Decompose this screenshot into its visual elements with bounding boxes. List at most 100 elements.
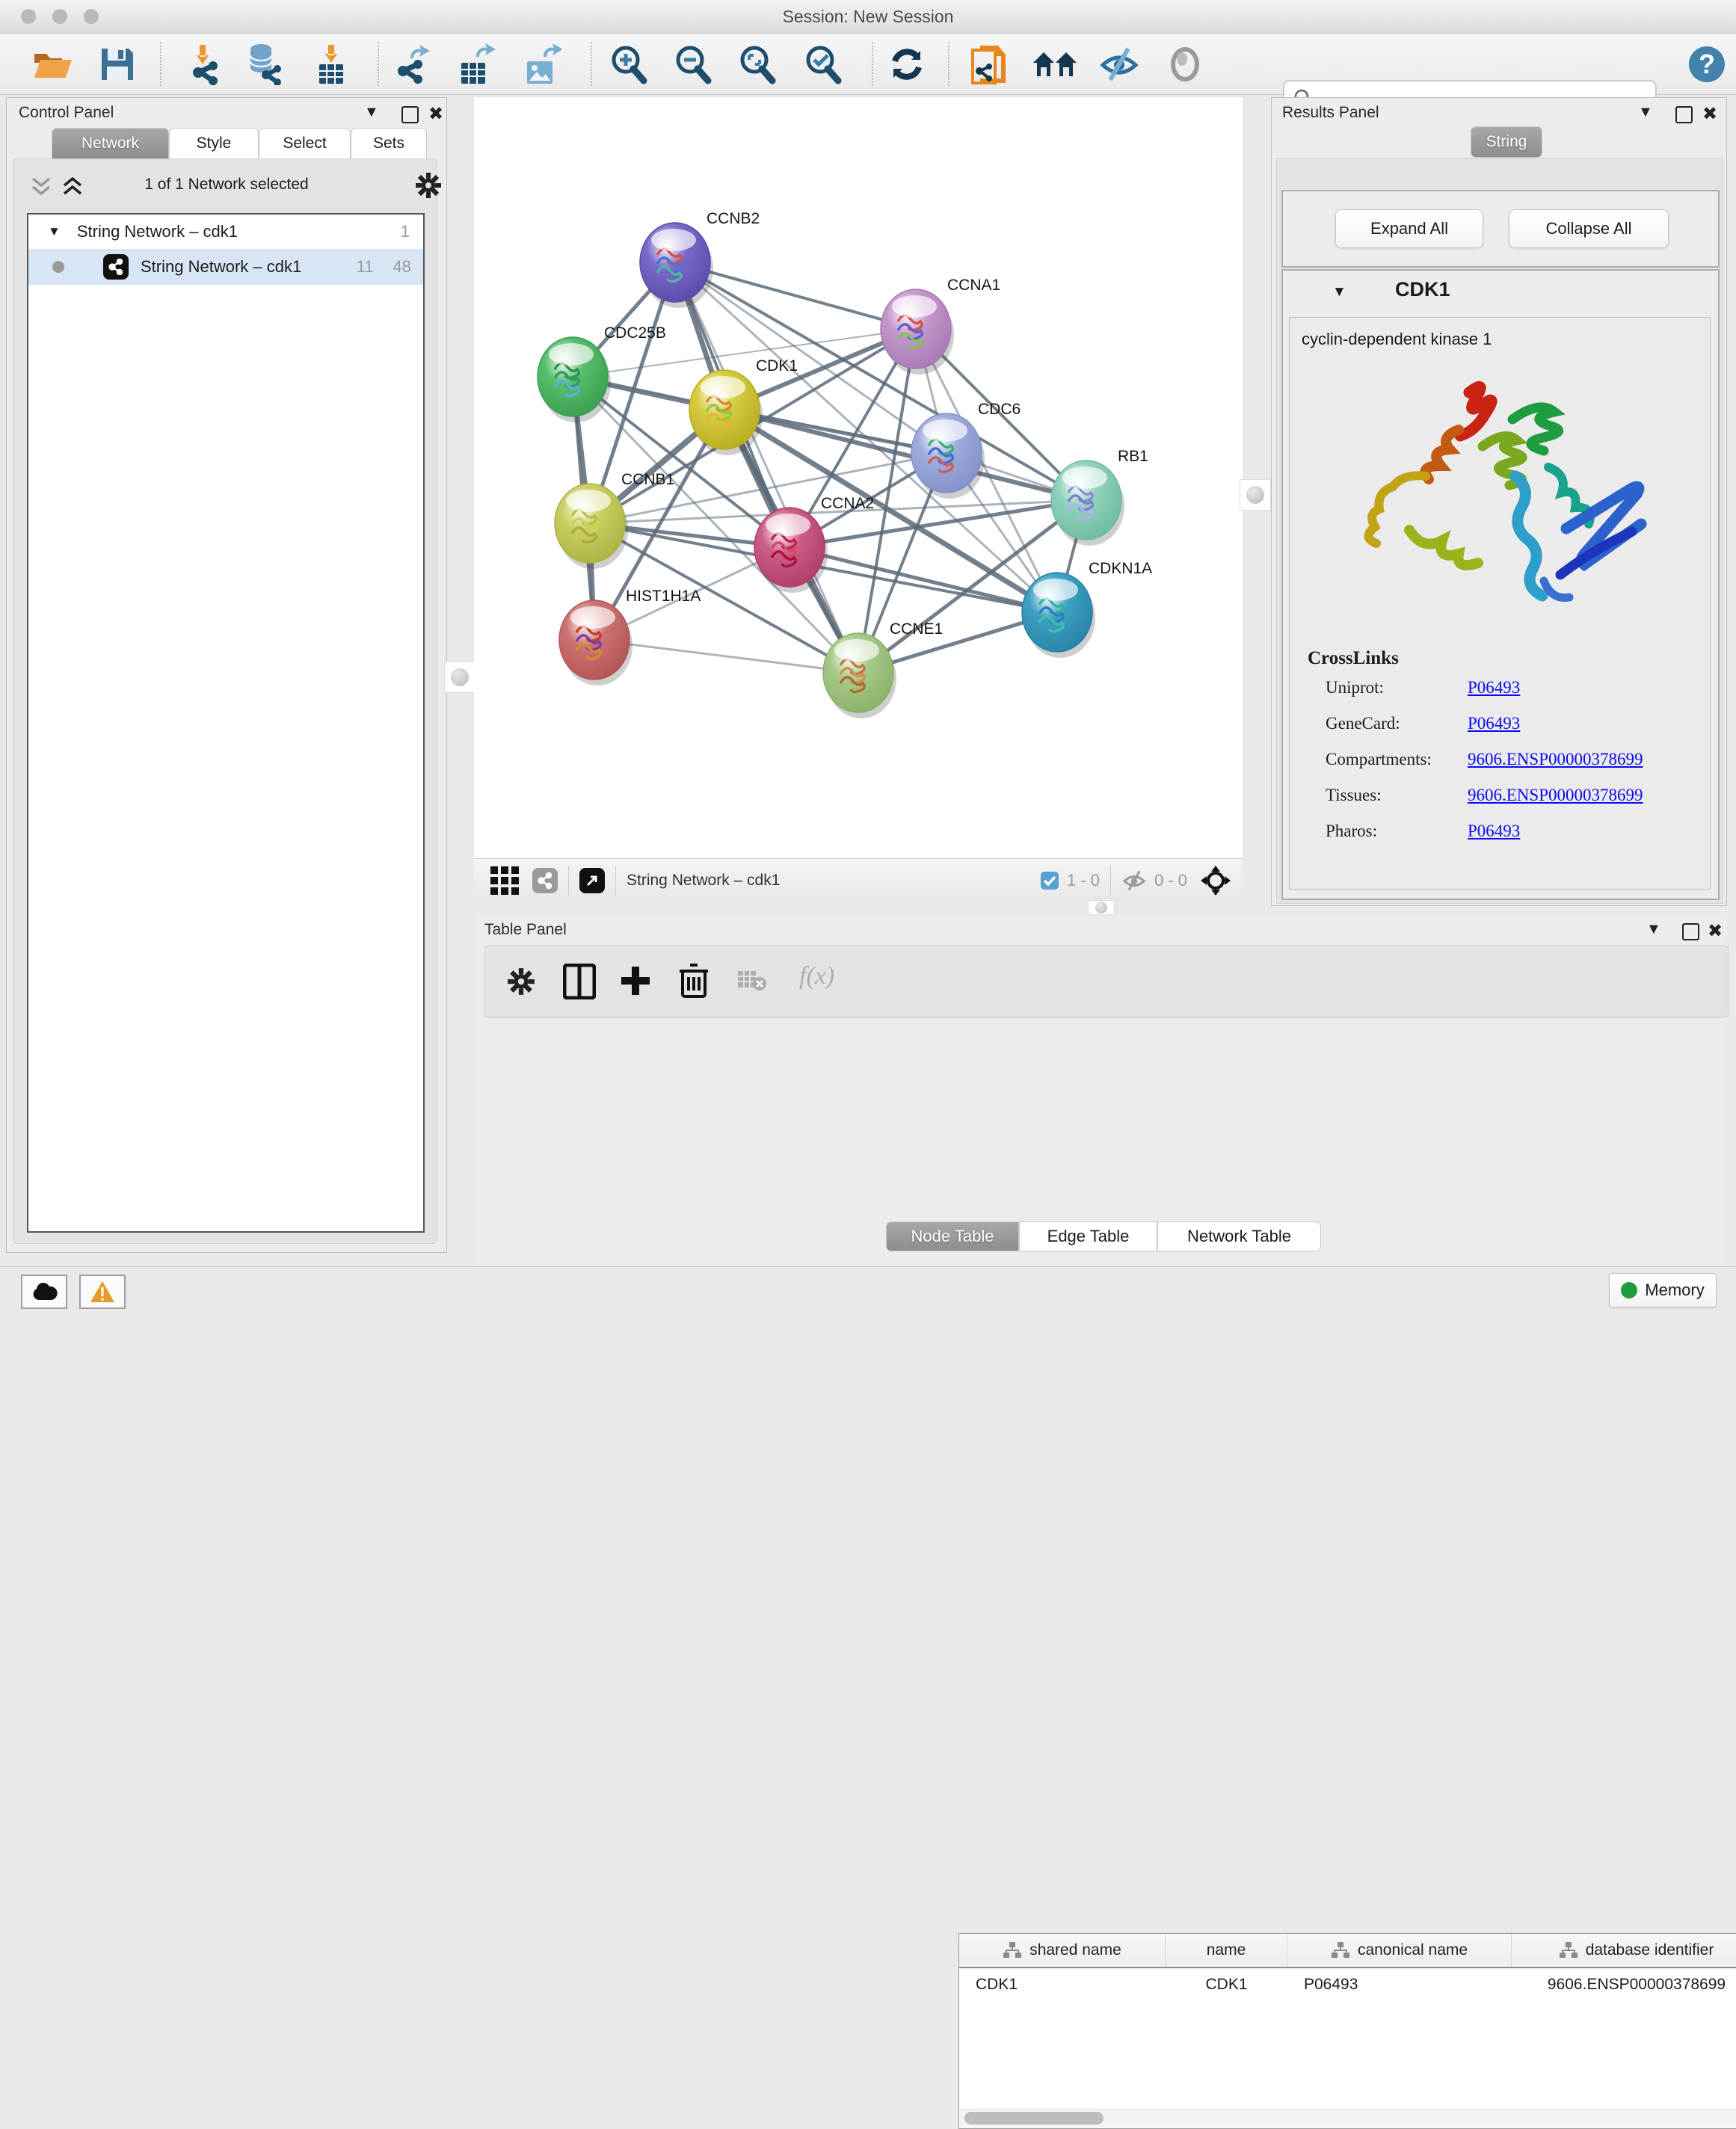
- horizontal-scrollbar[interactable]: [960, 2109, 1736, 2128]
- export-image-button[interactable]: [519, 41, 565, 87]
- column-header-name[interactable]: name: [1166, 1934, 1287, 1967]
- network-row[interactable]: String Network – cdk1 11 48: [28, 249, 423, 285]
- clone-network-button[interactable]: [966, 41, 1012, 87]
- birdseye-icon[interactable]: [1199, 864, 1232, 897]
- table-gear-icon[interactable]: [506, 967, 536, 996]
- network-badge-icon[interactable]: [532, 868, 558, 893]
- import-table-button[interactable]: [308, 41, 354, 87]
- tab-string[interactable]: String: [1471, 126, 1542, 158]
- network-view-title: String Network – cdk1: [627, 872, 780, 890]
- results-panel: Results Panel ▼ ✖ String Expand All Coll…: [1271, 97, 1727, 906]
- node-HIST1H1A[interactable]: HIST1H1A: [559, 588, 701, 685]
- tab-edge-table[interactable]: Edge Table: [1019, 1221, 1157, 1251]
- export-table-button[interactable]: [453, 41, 499, 87]
- node-CCNA1[interactable]: CCNA1: [881, 277, 1000, 375]
- left-splitter-handle[interactable]: [444, 662, 475, 693]
- expand-all-button[interactable]: Expand All: [1335, 209, 1483, 248]
- crosslink-link[interactable]: P06493: [1468, 822, 1520, 841]
- control-panel-collapse-icon[interactable]: ▼: [364, 104, 379, 121]
- open-in-window-icon[interactable]: [579, 868, 605, 893]
- gear-icon[interactable]: [414, 171, 443, 200]
- selected-checkbox-icon[interactable]: [1040, 871, 1059, 890]
- tab-node-table[interactable]: Node Table: [886, 1221, 1019, 1251]
- main-toolbar: ?: [0, 34, 1736, 95]
- import-database-button[interactable]: [241, 41, 287, 87]
- add-column-icon[interactable]: [618, 964, 653, 998]
- results-panel-float-icon[interactable]: [1675, 106, 1693, 123]
- import-network-button[interactable]: [179, 41, 226, 87]
- table-cell[interactable]: CDK1: [959, 1968, 1166, 2001]
- function-builder-icon[interactable]: f(x): [799, 962, 834, 990]
- network-canvas[interactable]: CCNB2CCNA1CDC25BCDK1CDC6RB1CCNB1CCNA2CDK…: [474, 97, 1243, 858]
- tab-sets[interactable]: Sets: [351, 128, 427, 159]
- edge-CCNB2-CCNE1[interactable]: [675, 262, 858, 673]
- show-all-button[interactable]: [1162, 41, 1208, 87]
- expand-all-icon[interactable]: [61, 176, 84, 198]
- hide-selected-button[interactable]: [1096, 41, 1142, 87]
- title-bar: Session: New Session: [0, 0, 1736, 34]
- collapse-all-icon[interactable]: [30, 176, 52, 198]
- tab-network-table[interactable]: Network Table: [1157, 1221, 1321, 1251]
- section-collapse-icon[interactable]: ▼: [1332, 284, 1346, 301]
- results-panel-close-icon[interactable]: ✖: [1702, 103, 1717, 125]
- node-RB1[interactable]: RB1: [1051, 448, 1148, 546]
- columns-icon[interactable]: [563, 964, 596, 999]
- table-panel-close-icon[interactable]: ✖: [1708, 920, 1723, 942]
- node-CDK1[interactable]: CDK1: [689, 357, 798, 455]
- zoom-in-button[interactable]: [606, 41, 652, 87]
- network-graph[interactable]: CCNB2CCNA1CDC25BCDK1CDC6RB1CCNB1CCNA2CDK…: [474, 97, 1243, 858]
- table-toolbar: f(x): [484, 945, 1729, 1018]
- tree-expand-icon[interactable]: ▼: [48, 224, 61, 239]
- node-CDKN1A[interactable]: CDKN1A: [1022, 560, 1152, 658]
- zoom-fit-button[interactable]: [734, 41, 781, 87]
- crosslink-link[interactable]: P06493: [1468, 678, 1520, 697]
- horizontal-splitter-handle[interactable]: [1088, 900, 1115, 915]
- delete-column-icon[interactable]: [678, 962, 710, 999]
- divider: [568, 866, 569, 896]
- tab-style[interactable]: Style: [169, 128, 259, 159]
- tab-select[interactable]: Select: [259, 128, 351, 159]
- node-CDC25B[interactable]: CDC25B: [538, 324, 666, 422]
- control-panel-float-icon[interactable]: [401, 106, 419, 123]
- table-panel-collapse-icon[interactable]: ▼: [1646, 921, 1661, 938]
- column-header-canonical-name[interactable]: canonical name: [1287, 1934, 1512, 1967]
- right-splitter-handle[interactable]: [1240, 479, 1271, 511]
- delete-table-icon[interactable]: [736, 970, 766, 992]
- edge-CCNA2-CDKN1A[interactable]: [789, 547, 1057, 612]
- home-networks-button[interactable]: [1032, 41, 1078, 87]
- scrollbar-thumb[interactable]: [964, 2112, 1104, 2125]
- edge-CCNE1-HIST1H1A[interactable]: [594, 640, 858, 673]
- tab-network[interactable]: Network: [52, 128, 169, 159]
- results-panel-collapse-icon[interactable]: ▼: [1638, 104, 1653, 121]
- zoom-selected-button[interactable]: [800, 41, 846, 87]
- node-CCNB2[interactable]: CCNB2: [640, 210, 760, 308]
- hidden-eye-icon: [1121, 869, 1147, 892]
- crosslink-link[interactable]: 9606.ENSP00000378699: [1468, 750, 1643, 769]
- crosslink-link[interactable]: P06493: [1468, 714, 1520, 733]
- control-panel-close-icon[interactable]: ✖: [428, 103, 443, 125]
- table-cell[interactable]: P06493: [1287, 1968, 1512, 2001]
- collapse-all-button[interactable]: Collapse All: [1509, 209, 1669, 248]
- table-row[interactable]: CDK1CDK1P064939606.ENSP00000378699cyclin…: [959, 1968, 1736, 2001]
- crosslink-link[interactable]: 9606.ENSP00000378699: [1468, 786, 1643, 805]
- table-cell[interactable]: 9606.ENSP00000378699: [1512, 1968, 1736, 2001]
- node-CDC6[interactable]: CDC6: [911, 401, 1021, 499]
- string-results-body: Expand All Collapse All ▼ CDK1 cyclin-de…: [1276, 158, 1723, 904]
- cloud-button[interactable]: [21, 1275, 67, 1309]
- refresh-button[interactable]: [884, 41, 930, 87]
- column-header-database-identifier[interactable]: database identifier: [1512, 1934, 1736, 1967]
- help-button[interactable]: ?: [1684, 41, 1730, 87]
- memory-button[interactable]: Memory: [1609, 1273, 1717, 1307]
- save-session-button[interactable]: [94, 41, 141, 87]
- column-header-shared-name[interactable]: shared name: [959, 1934, 1166, 1967]
- export-network-button[interactable]: [387, 41, 434, 87]
- open-session-button[interactable]: [30, 41, 76, 87]
- network-collection-row[interactable]: ▼ String Network – cdk1 1: [28, 215, 423, 249]
- grid-view-icon[interactable]: [490, 866, 519, 895]
- warning-button[interactable]: [79, 1275, 126, 1309]
- node-label-CCNA2: CCNA2: [821, 495, 874, 512]
- zoom-out-button[interactable]: [670, 41, 716, 87]
- table-cell[interactable]: CDK1: [1166, 1968, 1287, 2001]
- table-panel-float-icon[interactable]: [1682, 923, 1699, 940]
- clone-network-icon: [970, 43, 1009, 86]
